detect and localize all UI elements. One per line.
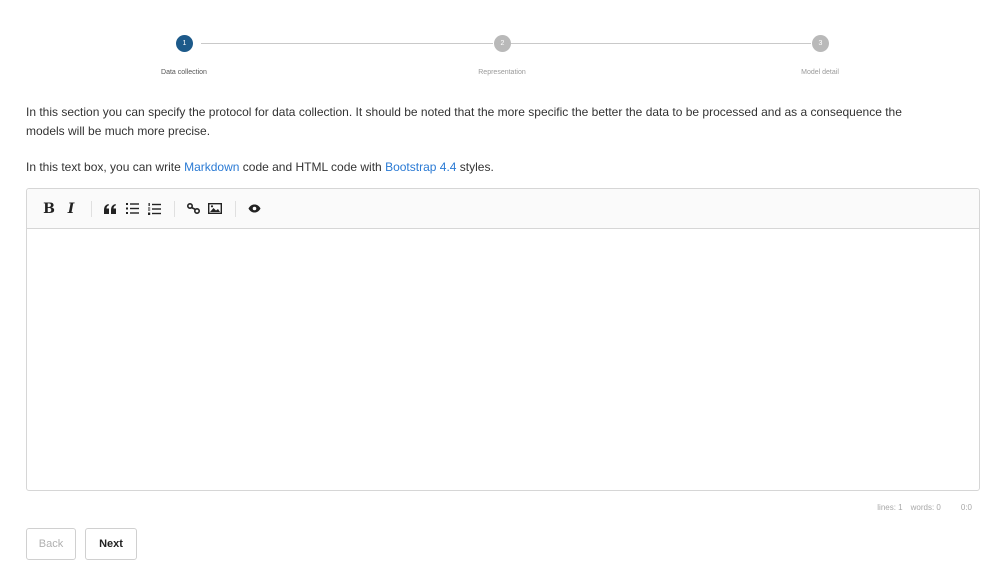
unordered-list-icon [125,203,139,214]
ordered-list-icon [147,202,161,215]
italic-label: I [67,200,75,217]
italic-button[interactable]: I [61,199,81,219]
cursor-position: 0:0 [960,503,972,512]
step-3-indicator[interactable]: 3 [812,35,829,52]
preview-button[interactable] [244,199,264,219]
toolbar-separator [174,200,175,217]
page: 1 2 3 Data collection Representation Mod… [8,8,987,571]
stepper: 1 2 3 Data collection Representation Mod… [8,8,987,98]
ordered-list-button[interactable] [144,199,164,219]
help-middle: code and HTML code with [239,160,386,174]
editor-textarea[interactable] [27,229,979,490]
bold-label: B [43,200,55,217]
help-suffix: styles. [456,160,494,174]
eye-icon [248,204,260,213]
step-3-number: 3 [818,40,823,47]
intro-line-2: models will be much more precise. [26,124,211,138]
markdown-link[interactable]: Markdown [184,160,239,174]
link-button[interactable] [183,199,203,219]
bold-button[interactable]: B [39,199,59,219]
step-2-indicator[interactable]: 2 [494,35,511,52]
step-1-number: 1 [182,40,187,47]
quote-icon [104,203,116,214]
step-connector [511,43,811,44]
editor-statusbar: lines: 1 words: 0 0:0 [26,503,980,517]
step-1-indicator[interactable]: 1 [176,35,193,52]
lines-count: lines: 1 [877,503,903,512]
step-3-label: Model detail [801,69,839,76]
editor-toolbar: B I [27,189,979,229]
back-button[interactable]: Back [26,528,76,560]
intro-line-1: In this section you can specify the prot… [26,105,902,119]
quote-button[interactable] [100,199,120,219]
image-icon [208,203,222,214]
toolbar-separator [91,200,92,217]
help-text: In this text box, you can write Markdown… [26,158,494,177]
markdown-editor: B I [26,188,980,491]
step-2-number: 2 [500,40,505,47]
toolbar-separator [235,200,236,217]
step-2-label: Representation [478,69,526,76]
next-button[interactable]: Next [85,528,137,560]
unordered-list-button[interactable] [122,199,142,219]
link-icon [186,203,200,214]
image-button[interactable] [205,199,225,219]
step-connector [201,43,493,44]
help-prefix: In this text box, you can write [26,160,185,174]
words-count: words: 0 [910,503,941,512]
bootstrap-link[interactable]: Bootstrap 4.4 [385,160,456,174]
step-1-label: Data collection [161,69,207,76]
intro-paragraph: In this section you can specify the prot… [26,103,986,141]
